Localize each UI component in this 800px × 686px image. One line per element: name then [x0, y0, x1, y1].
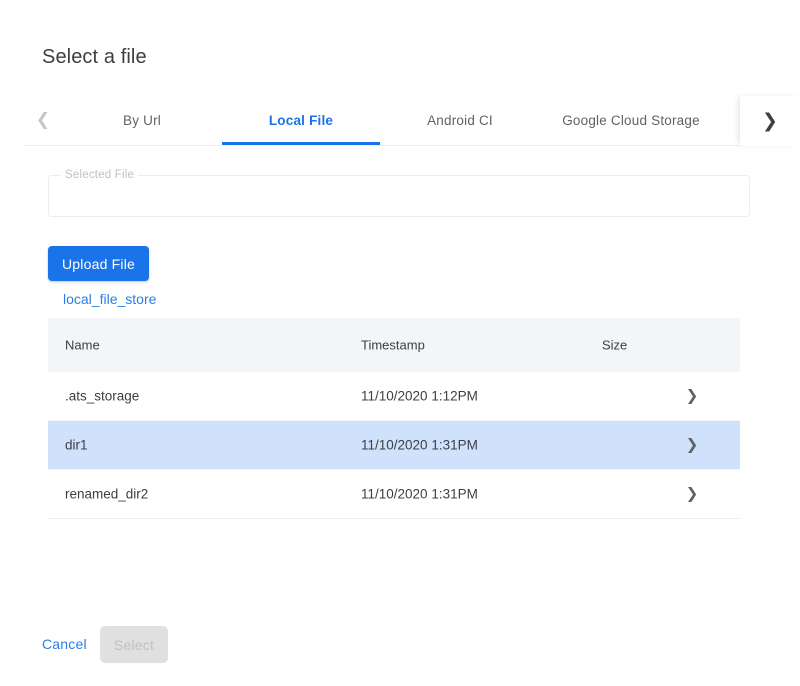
- selected-file-input[interactable]: [50, 177, 758, 215]
- tab-label: Android CI: [427, 113, 493, 128]
- table-header-row: Name Timestamp Size: [48, 318, 740, 372]
- table-row[interactable]: .ats_storage 11/10/2020 1:12PM ❯: [48, 372, 740, 421]
- tab-label: Local File: [269, 113, 333, 128]
- active-tab-indicator: [222, 142, 380, 145]
- select-file-dialog: Select a file ❮ By Url Local File Androi…: [0, 0, 800, 686]
- table-row[interactable]: dir1 11/10/2020 1:31PM ❯: [48, 421, 740, 470]
- tab-label: By Url: [123, 113, 161, 128]
- tab-android-ci[interactable]: Android CI: [410, 96, 510, 145]
- cell-timestamp: 11/10/2020 1:12PM: [361, 389, 478, 404]
- chevron-right-icon[interactable]: ❯: [682, 486, 702, 503]
- upload-file-button[interactable]: Upload File: [48, 246, 149, 281]
- file-table: Name Timestamp Size .ats_storage 11/10/2…: [48, 318, 740, 519]
- tab-google-cloud-storage[interactable]: Google Cloud Storage: [546, 96, 716, 145]
- cancel-button[interactable]: Cancel: [42, 636, 87, 652]
- selected-file-field[interactable]: Selected File: [48, 175, 750, 217]
- select-button[interactable]: Select: [100, 626, 168, 663]
- table-row[interactable]: renamed_dir2 11/10/2020 1:31PM ❯: [48, 470, 740, 519]
- column-header-timestamp: Timestamp: [361, 338, 425, 353]
- breadcrumb[interactable]: local_file_store: [63, 291, 156, 307]
- tab-bar-divider: [24, 145, 740, 146]
- cell-name: dir1: [65, 438, 88, 453]
- column-header-size: Size: [602, 338, 627, 353]
- chevron-left-icon[interactable]: ❮: [30, 96, 56, 145]
- chevron-right-icon[interactable]: ❯: [682, 437, 702, 454]
- chevron-right-icon[interactable]: ❯: [682, 388, 702, 405]
- tab-local-file[interactable]: Local File: [222, 96, 380, 145]
- cell-timestamp: 11/10/2020 1:31PM: [361, 438, 478, 453]
- tab-bar: ❮ By Url Local File Android CI Google Cl…: [0, 96, 800, 146]
- cell-name: renamed_dir2: [65, 487, 148, 502]
- chevron-right-icon[interactable]: ❯: [740, 96, 800, 146]
- cell-name: .ats_storage: [65, 389, 139, 404]
- column-header-name: Name: [65, 338, 100, 353]
- tab-label: Google Cloud Storage: [562, 113, 700, 128]
- tab-by-url[interactable]: By Url: [110, 96, 174, 145]
- cell-timestamp: 11/10/2020 1:31PM: [361, 487, 478, 502]
- page-title: Select a file: [42, 46, 147, 69]
